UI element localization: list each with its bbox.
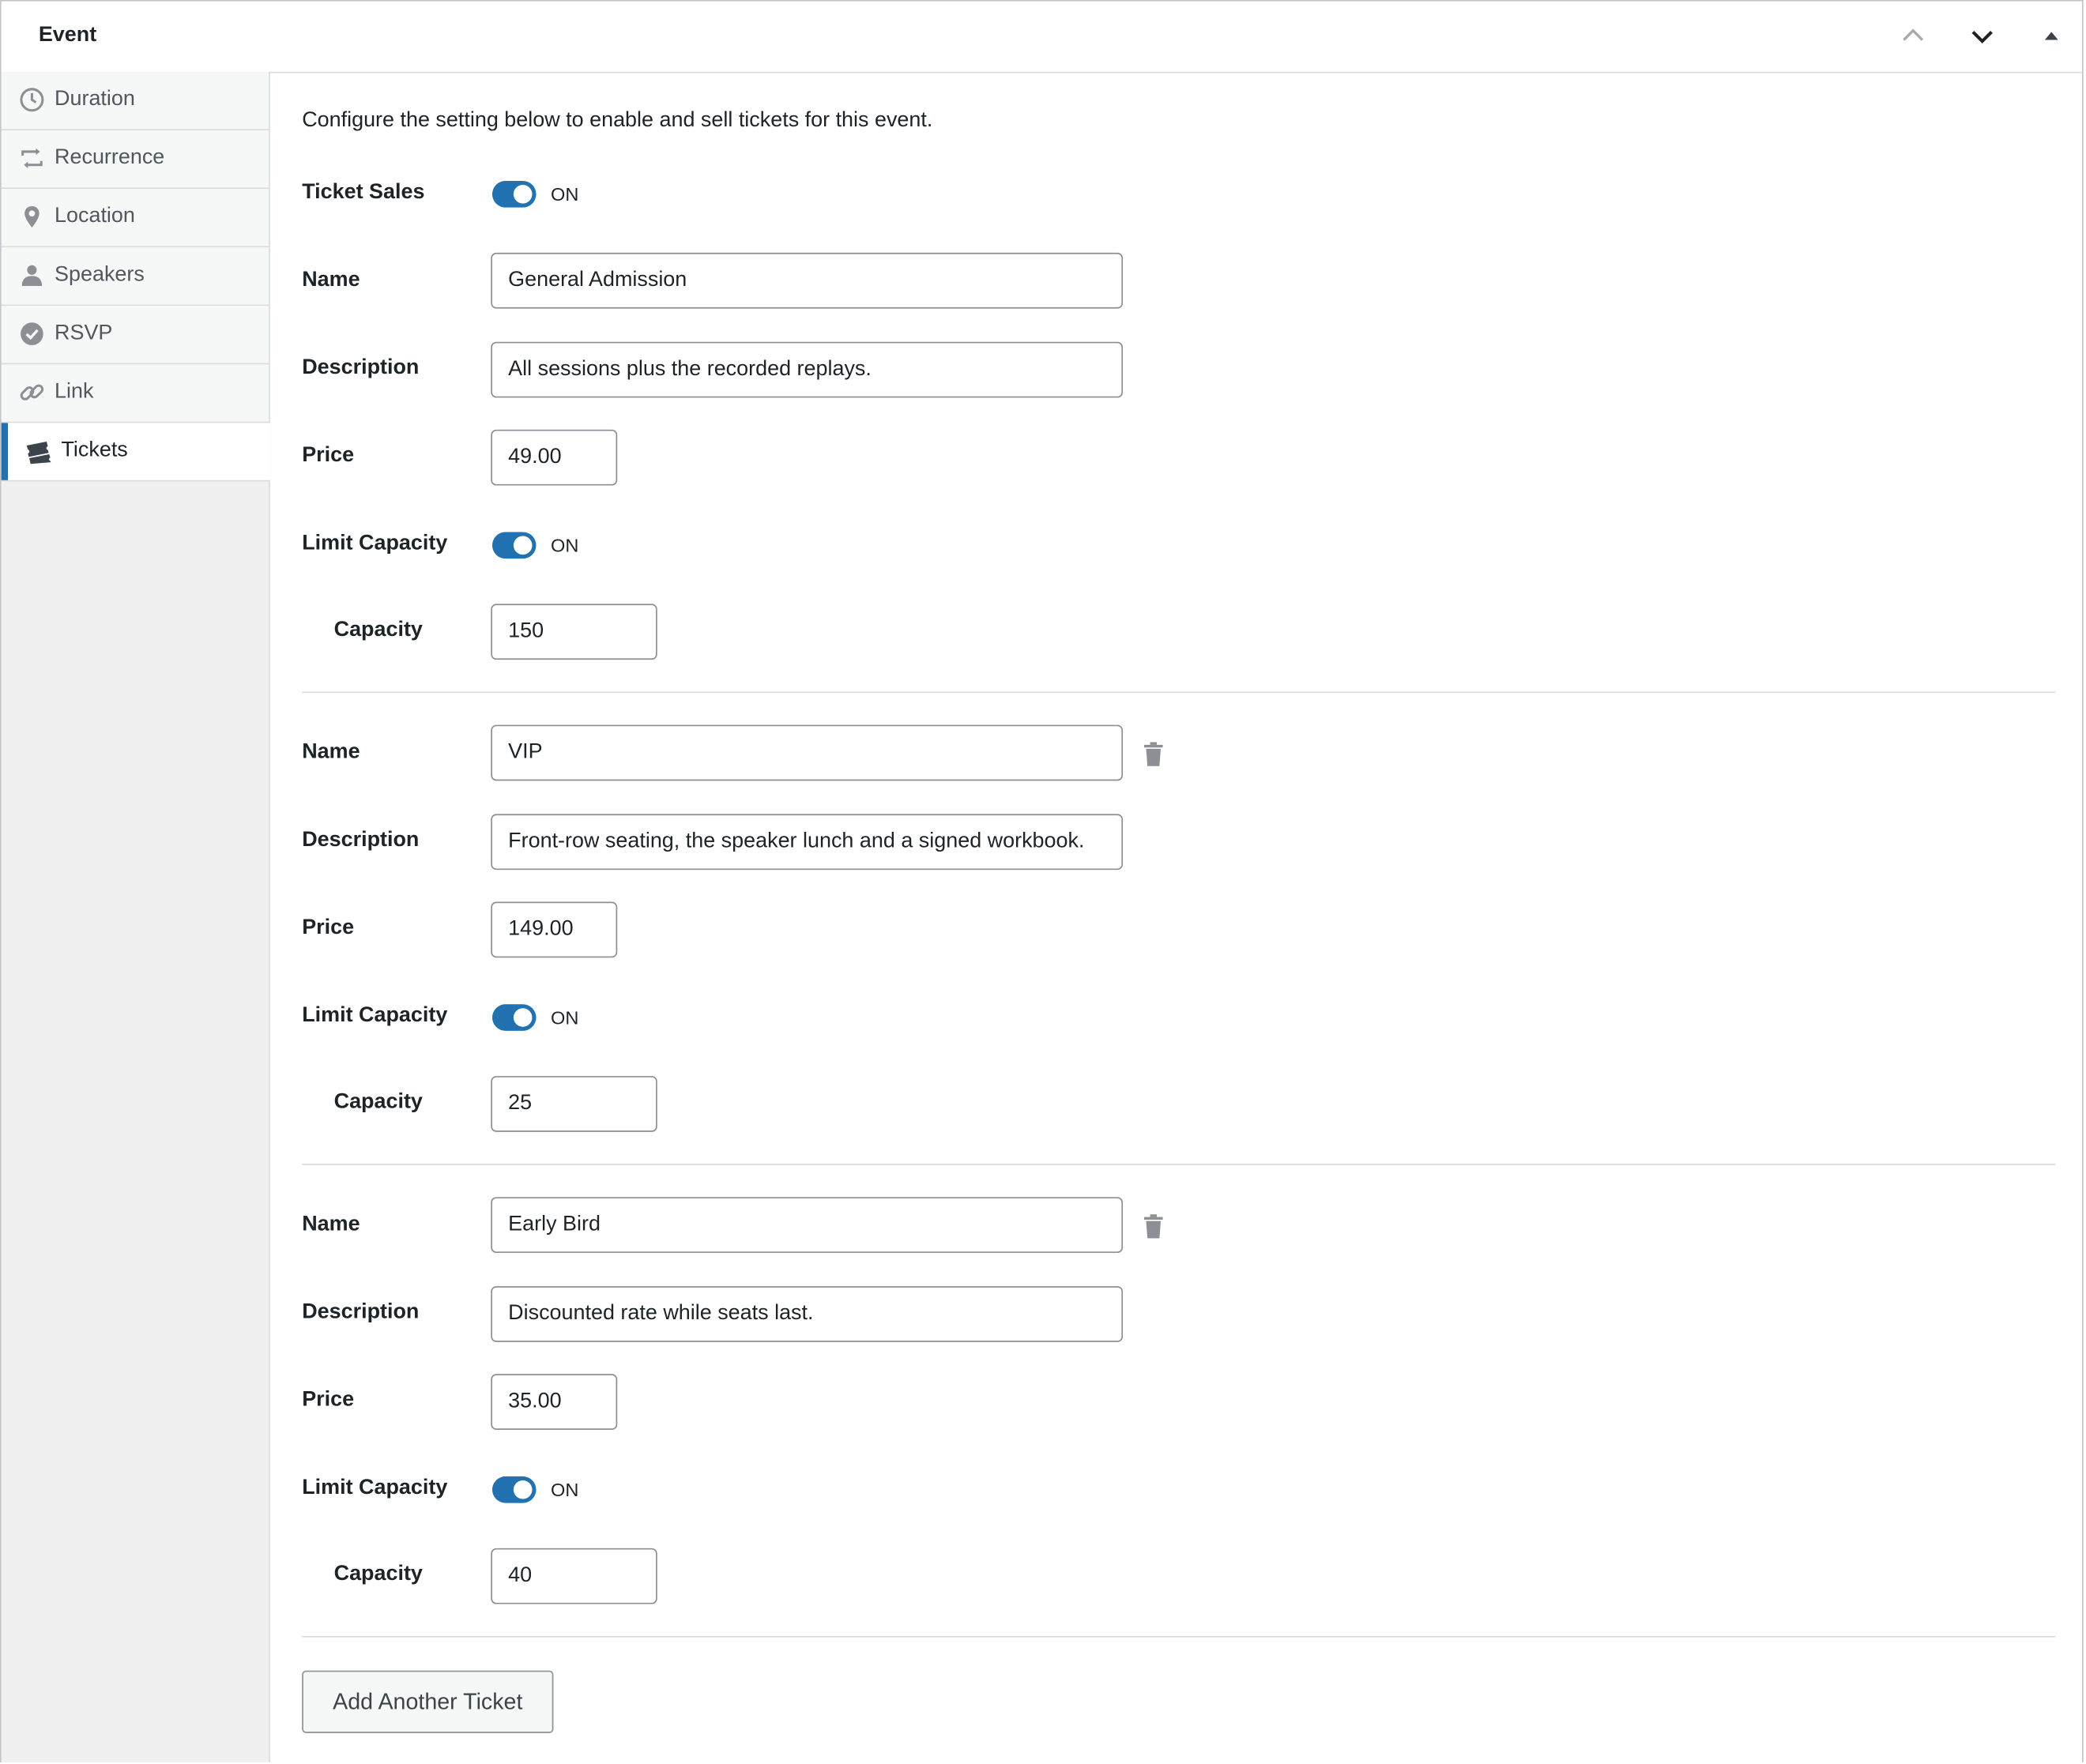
capacity-label: Capacity <box>333 1090 423 1114</box>
link-icon <box>19 379 46 406</box>
tickets-icon <box>24 438 51 465</box>
limit-capacity-toggle[interactable] <box>491 1004 537 1031</box>
tickets-settings: Configure the setting below to enable an… <box>270 73 2082 1762</box>
ticket-description-input[interactable] <box>491 341 1124 398</box>
move-down-icon[interactable] <box>1967 20 1998 51</box>
repeat-icon <box>19 145 46 172</box>
ticket-price-label: Price <box>302 444 355 467</box>
toggle-knob <box>513 185 533 204</box>
sidebar: Duration Recurrence Location Speakers RS… <box>1 71 270 1762</box>
capacity-input[interactable] <box>491 604 657 660</box>
capacity-input[interactable] <box>491 1076 657 1132</box>
limit-capacity-state: ON <box>551 534 579 556</box>
sidebar-item-rsvp[interactable]: RSVP <box>1 306 269 365</box>
panel-title: Event <box>38 24 97 47</box>
event-panel: Event Duration Recurrence Location Speak… <box>0 0 2084 1762</box>
sidebar-item-location[interactable]: Location <box>1 189 269 248</box>
limit-capacity-state: ON <box>551 1006 579 1029</box>
ticket-price-input[interactable] <box>491 1374 618 1430</box>
limit-capacity-toggle[interactable] <box>491 1476 537 1503</box>
capacity-label: Capacity <box>333 1563 423 1585</box>
ticket-sales-toggle[interactable] <box>491 180 537 208</box>
sidebar-item-link[interactable]: Link <box>1 364 269 423</box>
toggle-knob <box>513 1480 533 1499</box>
ticket-description-label: Description <box>302 1300 420 1324</box>
sidebar-item-label: Recurrence <box>55 146 165 169</box>
toggle-knob <box>513 1008 533 1027</box>
limit-capacity-toggle[interactable] <box>491 532 537 559</box>
sidebar-item-duration[interactable]: Duration <box>1 71 269 131</box>
ticket-name-input[interactable] <box>491 1197 1124 1254</box>
sidebar-item-label: Location <box>55 205 135 228</box>
checkmark-circle-icon <box>19 321 46 348</box>
trash-icon[interactable] <box>1143 1213 1164 1240</box>
add-another-ticket-button[interactable]: Add Another Ticket <box>302 1670 554 1733</box>
ticket-price-label: Price <box>302 1388 355 1412</box>
ticket-divider <box>302 1164 2056 1165</box>
person-icon <box>19 262 46 289</box>
capacity-input[interactable] <box>491 1548 657 1604</box>
ticket-description-label: Description <box>302 356 420 379</box>
ticket-name-input[interactable] <box>491 252 1124 309</box>
ticket-name-label: Name <box>302 740 360 764</box>
ticket-price-input[interactable] <box>491 901 618 958</box>
limit-capacity-state: ON <box>551 1479 579 1501</box>
sidebar-item-label: Duration <box>55 88 135 111</box>
ticket-name-label: Name <box>302 1213 360 1236</box>
limit-capacity-label: Limit Capacity <box>302 532 448 555</box>
limit-capacity-label: Limit Capacity <box>302 1004 448 1027</box>
ticket-description-input[interactable] <box>491 1286 1124 1342</box>
sidebar-item-label: Tickets <box>61 438 128 462</box>
ticket-sales-label: Ticket Sales <box>302 180 425 204</box>
collapse-triangle-icon[interactable] <box>2035 20 2067 51</box>
sidebar-item-label: Speakers <box>55 263 145 286</box>
clock-icon <box>19 86 46 113</box>
sidebar-item-label: Link <box>55 380 94 404</box>
sidebar-item-label: RSVP <box>55 322 113 345</box>
sidebar-item-speakers[interactable]: Speakers <box>1 247 269 307</box>
move-up-icon[interactable] <box>1897 20 1929 51</box>
location-pin-icon <box>19 204 46 231</box>
ticket-description-label: Description <box>302 828 420 852</box>
ticket-name-input[interactable] <box>491 724 1124 781</box>
trash-icon[interactable] <box>1143 741 1164 768</box>
ticket-price-input[interactable] <box>491 429 618 486</box>
limit-capacity-label: Limit Capacity <box>302 1476 448 1499</box>
toggle-knob <box>513 536 533 555</box>
ticket-name-label: Name <box>302 269 360 291</box>
ticket-divider <box>302 1635 2056 1638</box>
ticket-price-label: Price <box>302 916 355 939</box>
sidebar-item-tickets[interactable]: Tickets <box>1 423 270 482</box>
sidebar-item-recurrence[interactable]: Recurrence <box>1 130 269 190</box>
ticket-description-input[interactable] <box>491 814 1124 871</box>
ticket-sales-state: ON <box>551 183 579 205</box>
ticket-divider <box>302 691 2056 694</box>
capacity-label: Capacity <box>333 618 423 641</box>
intro-text: Configure the setting below to enable an… <box>302 109 933 132</box>
panel-header: Event <box>1 1 2082 73</box>
